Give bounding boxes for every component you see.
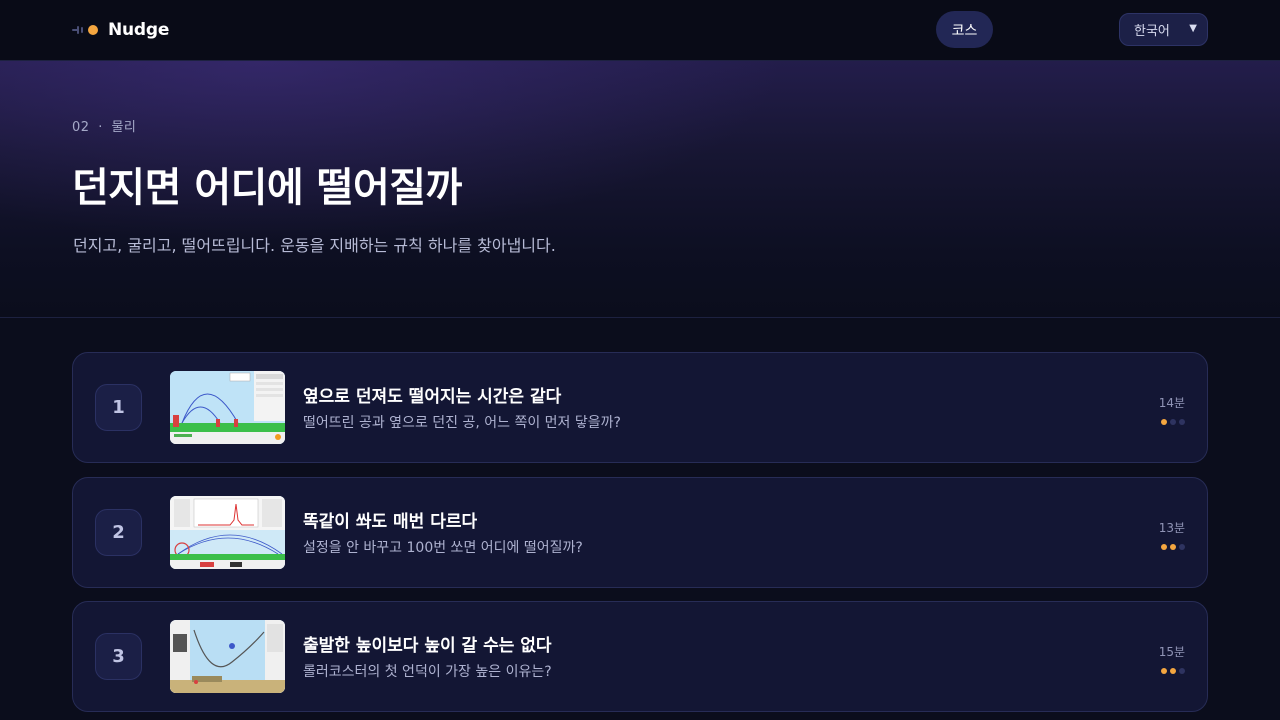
lesson-title: 똑같이 쏴도 매번 다르다 [303,512,478,532]
lesson-thumbnail [170,496,285,569]
lesson-duration: 15분 [1158,645,1185,659]
lesson-number: 2 [95,509,142,556]
course-number: 02 [72,120,90,135]
lesson-title: 출발한 높이보다 높이 갈 수는 없다 [303,636,552,656]
lesson-thumbnail [170,371,285,444]
course-hero: 02 · 물리 던지면 어디에 떨어질까 던지고, 굴리고, 떨어뜨립니다. 운… [0,61,1280,318]
difficulty-dot [1170,544,1176,550]
brand-name: Nudge [108,20,170,40]
lesson-title: 옆으로 던져도 떨어지는 시간은 같다 [303,387,562,407]
language-select-value: 한국어 [1134,24,1170,39]
difficulty-dot [1161,419,1167,425]
difficulty-dot [1161,544,1167,550]
brand-logo[interactable]: Nudge [72,17,169,43]
page-subtitle: 던지고, 굴리고, 떨어뜨립니다. 운동을 지배하는 규칙 하나를 찾아냅니다. [73,236,556,255]
difficulty-dots [1161,668,1185,674]
page-title: 던지면 어디에 떨어질까 [72,165,462,211]
eyebrow-separator: · [98,120,103,135]
lesson-duration: 13분 [1158,521,1185,535]
difficulty-dots [1161,419,1185,425]
lesson-card-3[interactable]: 3 출발한 높이보다 높이 갈 수는 없다 롤러코스터의 첫 언덕이 가장 높은… [72,601,1208,712]
lesson-description: 설정을 안 바꾸고 100번 쏘면 어디에 떨어질까? [303,540,583,556]
difficulty-dot [1161,668,1167,674]
top-nav: Nudge 코스 한국어 ▼ [0,0,1280,61]
lesson-card-1[interactable]: 1 옆으로 던져도 떨어지는 시간은 같다 떨어뜨린 공과 옆으로 던진 공, … [72,352,1208,463]
lesson-thumbnail [170,620,285,693]
difficulty-dot [1170,419,1176,425]
difficulty-dot [1179,419,1185,425]
lesson-duration: 14분 [1158,396,1185,410]
course-eyebrow: 02 · 물리 [72,116,136,135]
lesson-description: 떨어뜨린 공과 옆으로 던진 공, 어느 쪽이 먼저 닿을까? [303,415,621,431]
logo-icon [72,23,98,37]
lesson-description: 롤러코스터의 첫 언덕이 가장 높은 이유는? [303,664,552,680]
nav-course-button[interactable]: 코스 [936,11,993,48]
difficulty-dot [1179,544,1185,550]
course-subject: 물리 [111,120,137,135]
lesson-card-2[interactable]: 2 똑같이 쏴도 매번 다르다 설정을 안 바꾸고 100번 쏘면 어디에 떨어… [72,477,1208,588]
difficulty-dot [1170,668,1176,674]
chevron-down-icon: ▼ [1189,23,1197,34]
lesson-number: 3 [95,633,142,680]
lesson-number: 1 [95,384,142,431]
difficulty-dots [1161,544,1185,550]
language-select[interactable]: 한국어 ▼ [1119,13,1208,46]
difficulty-dot [1179,668,1185,674]
